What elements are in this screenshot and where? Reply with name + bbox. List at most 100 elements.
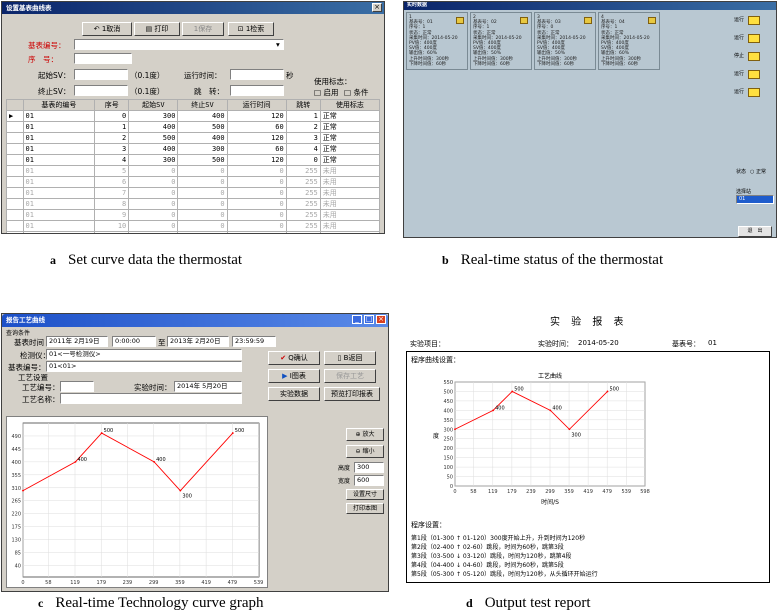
confirm-button[interactable]: ✔ Q确认 — [268, 351, 320, 365]
y-tick-label: 85 — [15, 551, 21, 557]
time-to-field[interactable]: 23:59:59 — [232, 336, 276, 347]
save-button[interactable]: 1保存 — [182, 22, 224, 36]
column-header[interactable]: 使用标志 — [319, 99, 381, 111]
table-cell: 4 — [285, 143, 321, 155]
run-time-field[interactable] — [230, 69, 284, 80]
base-no-label: 基表编号： — [28, 41, 66, 50]
back-button[interactable]: ▯ B返回 — [324, 351, 376, 365]
row-indicator: ▶ — [6, 110, 24, 122]
column-header[interactable]: 序号 — [94, 99, 130, 111]
start-sv-field[interactable] — [74, 69, 128, 80]
tester-select[interactable]: 01<一号检测仪> — [46, 349, 242, 360]
table-row[interactable]: 01 2 500 400 120 3 正常 — [6, 132, 381, 144]
table-cell: 未用 — [319, 165, 381, 177]
table-cell: 0 — [226, 209, 287, 221]
normal-radio[interactable]: ○ 正常 — [750, 168, 766, 175]
table-row[interactable]: 01 9 0 0 0 255 未用 — [6, 209, 381, 221]
set-size-button[interactable]: 设置尺寸 — [346, 489, 384, 500]
column-header[interactable]: 终止SV — [177, 99, 228, 111]
zoom-out-button[interactable]: ⊖ 缩小 — [346, 445, 384, 458]
craft-no-label: 工艺编号： — [22, 383, 60, 392]
close-button[interactable]: × — [376, 315, 386, 324]
test-date-field[interactable]: 2014年 5月20日 — [174, 381, 242, 392]
station-select[interactable]: 01 — [736, 195, 774, 204]
column-header[interactable]: 运行时间 — [226, 99, 287, 111]
base-no-select[interactable] — [74, 39, 284, 50]
close-button[interactable]: × — [372, 3, 382, 12]
status-card[interactable]: 4 基表号：04 序号：1 状态：正常 采集时间：2014-05-20 PV值：… — [598, 12, 660, 70]
height-field[interactable]: 300 — [354, 462, 384, 473]
x-tick-label: 179 — [507, 489, 517, 495]
table-cell: 120 — [226, 132, 287, 144]
status-card[interactable]: 2 基表号：02 序号：1 状态：正常 采集时间：2014-05-20 PV值：… — [470, 12, 532, 70]
column-header[interactable]: 跳转 — [285, 99, 321, 111]
table-row[interactable]: 01 5 0 0 0 255 未用 — [6, 165, 381, 177]
table-row[interactable]: 01 6 0 0 0 255 未用 — [6, 176, 381, 188]
status-card[interactable]: 1 基表号：01 序号：1 状态：正常 采集时间：2014-05-20 PV值：… — [406, 12, 468, 70]
maximize-button[interactable]: □ — [364, 315, 374, 324]
table-row[interactable]: 0111000255未用 — [6, 231, 381, 233]
date-to-field[interactable]: 2013年 2月20日 — [167, 336, 229, 347]
table-cell: 120 — [226, 154, 287, 166]
table-cell: 0 — [226, 220, 287, 232]
table-cell: 1 — [285, 110, 321, 122]
preview-print-button[interactable]: 预览打印报表 — [324, 387, 380, 401]
y-tick-label: 400 — [443, 408, 453, 414]
station-toggle-button[interactable] — [748, 70, 760, 79]
exp-data-button[interactable]: 实验数据 — [268, 387, 320, 401]
run-time-label: 运行时间： — [184, 71, 222, 80]
base-no-select[interactable]: 01<01> — [46, 361, 242, 372]
column-header[interactable]: 起始SV — [128, 99, 179, 111]
table-row[interactable]: 01 4 300 500 120 0 正常 — [6, 154, 381, 166]
save-craft-button[interactable]: 保存工艺 — [324, 369, 376, 383]
seq-field[interactable] — [74, 53, 132, 64]
table-row[interactable]: 01 8 0 0 0 255 未用 — [6, 198, 381, 210]
row-indicator-header — [6, 99, 24, 111]
enable-checkbox[interactable]: □ 启用 — [314, 87, 338, 98]
y-tick-label: 450 — [443, 399, 453, 405]
width-field[interactable]: 600 — [354, 475, 384, 486]
cancel-button[interactable]: ↶ 1取消 — [82, 22, 132, 36]
jump-field[interactable] — [230, 85, 284, 96]
table-cell: 2 — [94, 132, 130, 144]
station-status-label: 运行 — [734, 17, 745, 23]
station-toggle-button[interactable] — [748, 52, 760, 61]
date-from-field[interactable]: 2011年 2月19日 — [46, 336, 108, 347]
time-from-field[interactable]: 0:00:00 — [112, 336, 156, 347]
chart-button[interactable]: ▶ I图表 — [268, 369, 320, 383]
table-row[interactable]: 01 7 0 0 0 255 未用 — [6, 187, 381, 199]
craft-name-label: 工艺名称： — [22, 395, 60, 404]
table-row[interactable]: 01 3 400 300 60 4 正常 — [6, 143, 381, 155]
table-cell: 0 — [128, 176, 179, 188]
print-chart-button[interactable]: 打印本图 — [346, 503, 384, 514]
table-cell: 500 — [177, 154, 228, 166]
column-header[interactable]: 基表的编号 — [22, 99, 96, 111]
craft-name-field[interactable] — [60, 393, 242, 404]
station-toggle-button[interactable] — [748, 88, 760, 97]
end-sv-field[interactable] — [74, 85, 128, 96]
base-time-label: 基表时间 — [14, 338, 44, 347]
table-row[interactable]: ▶ 01 0 300 400 120 1 正常 — [6, 110, 381, 122]
y-tick-label: 250 — [443, 437, 453, 443]
x-tick-label: 359 — [175, 580, 185, 586]
table-cell: 未用 — [319, 198, 381, 210]
status-card[interactable]: 3 基表号：03 序号：0 状态：正常 采集时间：2014-05-20 PV值：… — [534, 12, 596, 70]
print-button[interactable]: ▤ 打印 — [134, 22, 180, 36]
table-cell: 10 — [94, 220, 130, 232]
dropdown-arrow-icon[interactable]: ▾ — [276, 40, 280, 49]
station-toggle-button[interactable] — [748, 16, 760, 25]
minimize-button[interactable]: _ — [352, 315, 362, 324]
table-row[interactable]: 01 10 0 0 0 255 未用 — [6, 220, 381, 232]
exit-button[interactable]: 退 出 — [738, 226, 772, 237]
table-row[interactable]: 01 1 400 500 60 2 正常 — [6, 121, 381, 133]
zoom-in-button[interactable]: ⊕ 放大 — [346, 428, 384, 441]
search-button[interactable]: ⊡ 1检索 — [228, 22, 274, 36]
table-cell: 4 — [94, 154, 130, 166]
table-cell: 0 — [226, 198, 287, 210]
craft-no-field[interactable] — [60, 381, 94, 392]
station-toggle-button[interactable] — [748, 34, 760, 43]
y-tick-label: 40 — [15, 563, 21, 569]
condition-checkbox[interactable]: □ 条件 — [344, 87, 368, 98]
table-cell: 未用 — [319, 231, 381, 233]
data-label: 500 — [235, 428, 245, 434]
